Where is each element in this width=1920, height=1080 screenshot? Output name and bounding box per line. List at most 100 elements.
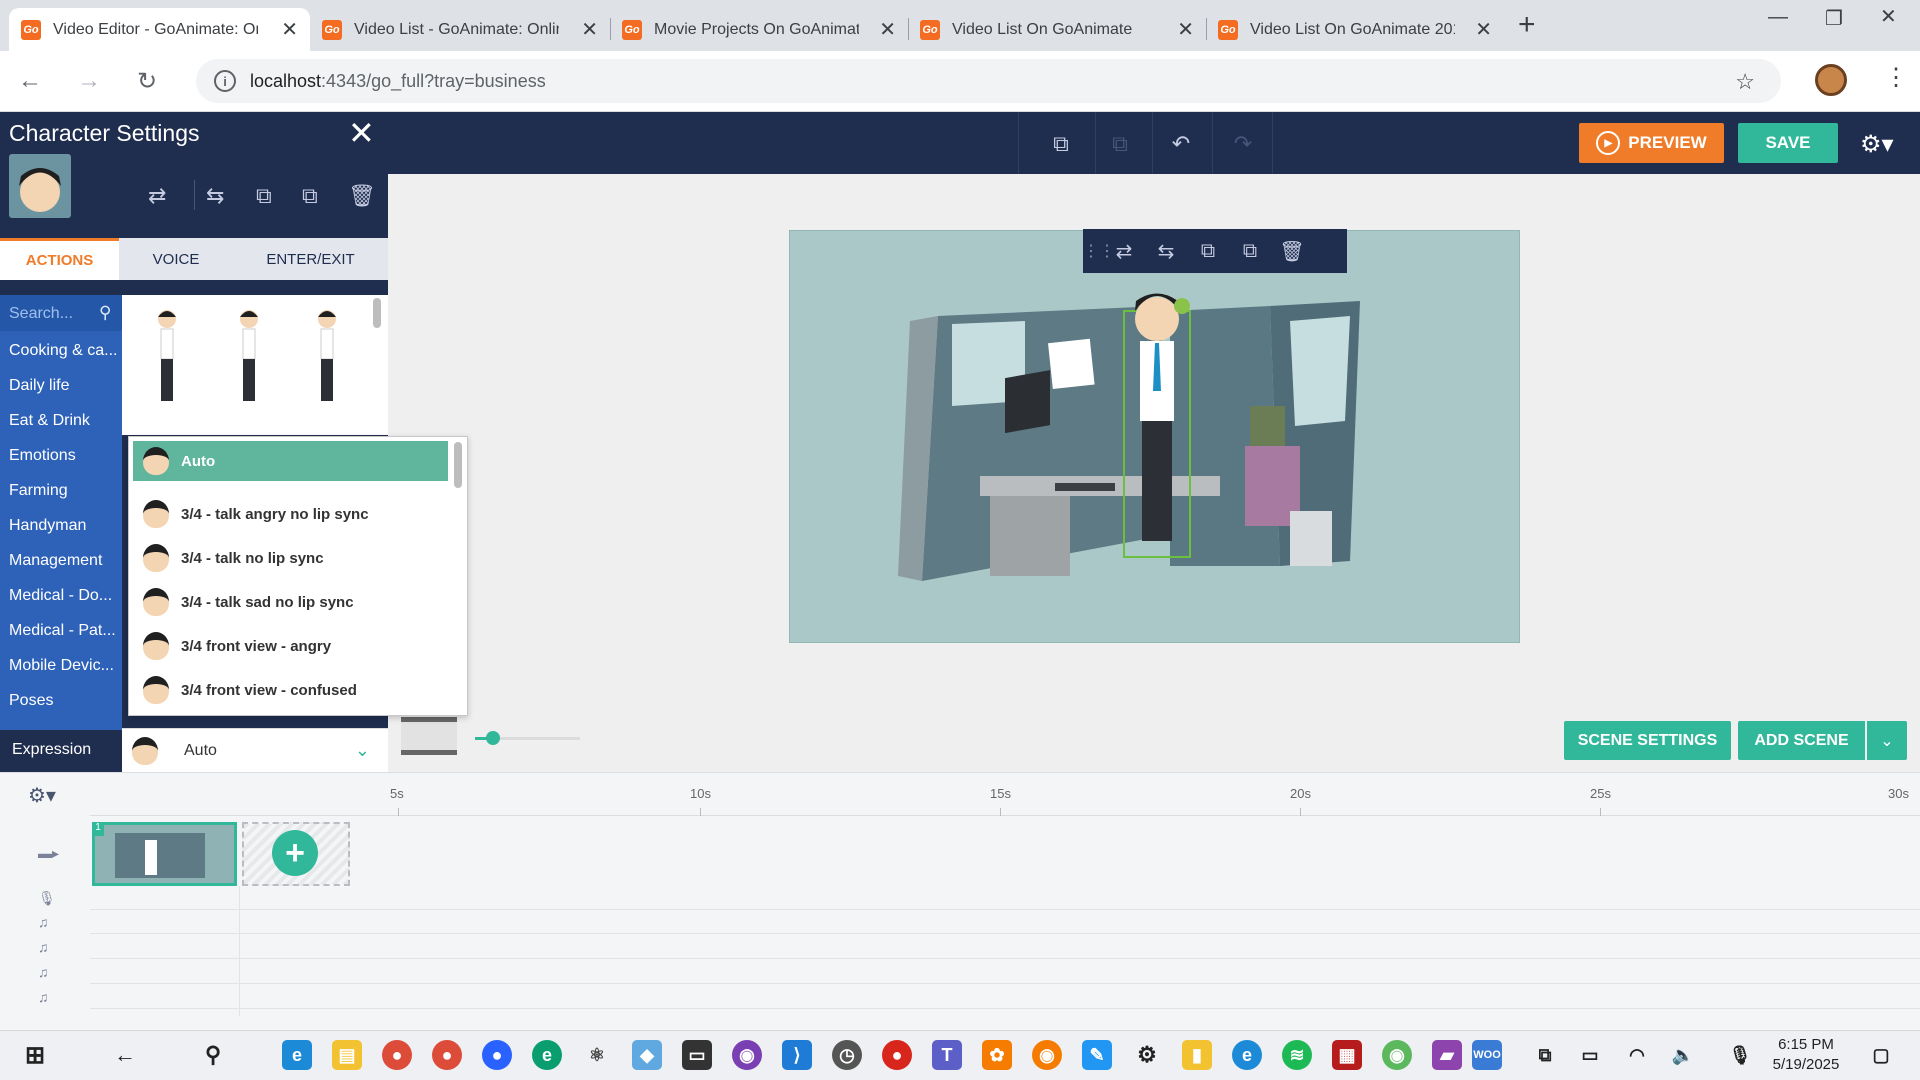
copy-icon[interactable]: ⧉	[1187, 240, 1229, 263]
voice-track[interactable]	[90, 886, 1920, 910]
flip-icon[interactable]: ⇆	[206, 183, 224, 209]
tab-enter-exit[interactable]: ENTER/EXIT	[233, 238, 388, 280]
category-item[interactable]: Handyman	[9, 517, 86, 535]
chrome-icon[interactable]: ●	[432, 1040, 462, 1070]
star-icon[interactable]: ☆	[1735, 69, 1755, 95]
undo-icon[interactable]: ↶	[1163, 126, 1199, 162]
category-item[interactable]: Daily life	[9, 377, 69, 395]
woo-icon[interactable]: WOO	[1472, 1040, 1502, 1070]
pose-thumbnail[interactable]	[147, 305, 187, 405]
edge-icon[interactable]: e	[282, 1040, 312, 1070]
close-icon[interactable]: ✕	[879, 17, 896, 42]
paint-icon[interactable]: ✎	[1082, 1040, 1112, 1070]
copy-icon[interactable]: ⧉	[1043, 126, 1079, 162]
expression-option[interactable]: 3/4 - talk sad no lip sync	[133, 582, 448, 622]
category-item[interactable]: Farming	[9, 482, 68, 500]
close-icon[interactable]: ✕	[1475, 17, 1492, 42]
music-track[interactable]	[90, 985, 1920, 1009]
battery-icon[interactable]: ▭	[1575, 1040, 1605, 1070]
trash-icon[interactable]: 🗑	[348, 183, 376, 209]
preview-button[interactable]: ▶ PREVIEW	[1579, 123, 1724, 163]
zoom-slider-handle[interactable]	[486, 731, 500, 745]
tab-voice[interactable]: VOICE	[119, 238, 233, 280]
restore-icon[interactable]: ❐	[1825, 6, 1843, 31]
expression-option[interactable]: 3/4 front view - confused	[133, 670, 448, 710]
browser-tab-video-list[interactable]: Go Video List - GoAnimate: Online ✕	[310, 8, 610, 51]
close-icon[interactable]: ✕	[281, 17, 298, 42]
paste-icon[interactable]: ⧉	[1229, 240, 1271, 263]
category-item[interactable]: Mobile Devic...	[9, 657, 114, 675]
category-item[interactable]: Medical - Do...	[9, 587, 112, 605]
category-item[interactable]: Eat & Drink	[9, 412, 90, 430]
swap-character-icon[interactable]: ⇄	[148, 183, 166, 209]
forward-icon[interactable]: →	[77, 67, 101, 95]
category-item[interactable]: Cooking & ca...	[9, 342, 118, 360]
electron-icon[interactable]: ⚛	[582, 1040, 612, 1070]
volume-icon[interactable]: 🔈	[1668, 1040, 1698, 1070]
pose-thumbnail[interactable]	[229, 305, 269, 405]
category-item[interactable]: Emotions	[9, 447, 76, 465]
browser-tab-video-editor[interactable]: Go Video Editor - GoAnimate: Onli ✕	[9, 8, 310, 51]
browser-tab-video-list-2[interactable]: Go Video List On GoAnimate ✕	[908, 8, 1206, 51]
winrar-icon[interactable]: ▦	[1332, 1040, 1362, 1070]
trash-icon[interactable]: 🗑	[1271, 239, 1313, 264]
music-track[interactable]	[90, 935, 1920, 959]
minimize-icon[interactable]: —	[1768, 6, 1788, 29]
back-icon[interactable]: ←	[18, 67, 42, 95]
gear-icon[interactable]: ⚙▾	[1860, 130, 1894, 159]
android-icon[interactable]: ◉	[1382, 1040, 1412, 1070]
search-icon[interactable]: ⚲	[99, 303, 111, 323]
back-icon[interactable]: ←	[110, 1040, 140, 1070]
profile-avatar[interactable]	[1815, 64, 1847, 96]
github-icon[interactable]: ◉	[732, 1040, 762, 1070]
file-explorer-icon[interactable]: ▤	[332, 1040, 362, 1070]
fl-studio-icon[interactable]: ✿	[982, 1040, 1012, 1070]
pose-grid-scrollbar[interactable]	[373, 298, 381, 328]
expression-option[interactable]: 3/4 - talk angry no lip sync	[133, 494, 448, 534]
new-tab-button[interactable]: +	[1518, 8, 1536, 42]
expression-option[interactable]: 3/4 front view - angry	[133, 626, 448, 666]
category-item[interactable]: Poses	[9, 692, 53, 710]
copy-icon[interactable]: ⧉	[256, 183, 272, 209]
chevron-down-icon[interactable]: ⌄	[1867, 721, 1907, 760]
reload-icon[interactable]: ↻	[137, 67, 157, 96]
paste-icon[interactable]: ⧉	[302, 183, 318, 209]
drag-handle-icon[interactable]: ⋮⋮	[1083, 241, 1115, 261]
scene-thumbnail[interactable]	[92, 822, 237, 886]
menu-icon[interactable]: ⋮	[1884, 63, 1908, 92]
flip-icon[interactable]: ⇆	[1145, 239, 1187, 264]
expression-option[interactable]: 3/4 - talk no lip sync	[133, 538, 448, 578]
edge-dev-icon[interactable]: e	[532, 1040, 562, 1070]
save-button[interactable]: SAVE	[1738, 123, 1838, 163]
clock-app-icon[interactable]: ◷	[832, 1040, 862, 1070]
scene-stage[interactable]	[789, 230, 1520, 643]
chrome-canary-icon[interactable]: ●	[482, 1040, 512, 1070]
gear-icon[interactable]: ⚙	[1132, 1040, 1162, 1070]
redo-icon[interactable]: ↷	[1225, 126, 1261, 162]
close-icon[interactable]: ✕	[581, 17, 598, 42]
add-scene-plus-button[interactable]: +	[272, 830, 318, 876]
edge-beta-icon[interactable]: e	[1232, 1040, 1262, 1070]
music-track[interactable]	[90, 960, 1920, 984]
wifi-icon[interactable]: ◠	[1622, 1040, 1652, 1070]
swap-character-icon[interactable]: ⇄	[1103, 239, 1145, 264]
dropdown-scrollbar[interactable]	[454, 442, 462, 488]
browser-tab-movie-projects[interactable]: Go Movie Projects On GoAnimate ✕	[610, 8, 908, 51]
close-icon[interactable]: ✕	[348, 114, 375, 152]
chrome-icon[interactable]: ●	[382, 1040, 412, 1070]
device-icon[interactable]: ⧉	[1530, 1040, 1560, 1070]
app-icon[interactable]: ◆	[632, 1040, 662, 1070]
category-item[interactable]: Management	[9, 552, 102, 570]
clapper-icon[interactable]: ▰	[1432, 1040, 1462, 1070]
category-item[interactable]: Medical - Pat...	[9, 622, 116, 640]
blender-icon[interactable]: ◉	[1032, 1040, 1062, 1070]
vscode-icon[interactable]: ⟩	[782, 1040, 812, 1070]
info-icon[interactable]: i	[214, 70, 236, 92]
close-icon[interactable]: ✕	[1177, 17, 1194, 42]
expression-select[interactable]: Auto ⌄	[122, 728, 388, 772]
taskbar-clock[interactable]: 6:15 PM 5/19/2025	[1768, 1035, 1844, 1075]
paste-icon[interactable]: ⧉	[1102, 126, 1138, 162]
expression-option-auto[interactable]: Auto	[133, 441, 448, 481]
windows-start-icon[interactable]: ⊞	[20, 1040, 50, 1070]
window-close-icon[interactable]: ✕	[1880, 4, 1897, 29]
